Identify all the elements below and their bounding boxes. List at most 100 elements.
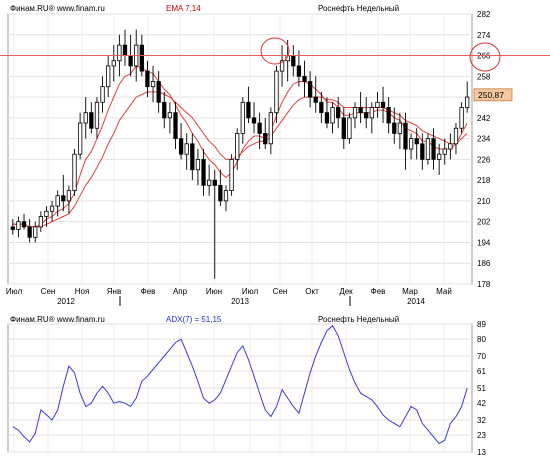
- candle-body: [437, 153, 442, 160]
- candle: [229, 154, 234, 196]
- price-panel: Финам.RU® www.finam.ru EMA 7,14 Роснефть…: [0, 4, 550, 306]
- last-price-value: 250,87: [478, 90, 504, 100]
- candle-body: [207, 179, 212, 186]
- candle-body: [425, 138, 431, 160]
- price-y-tick-label: 282: [477, 10, 491, 19]
- candle-body: [358, 107, 363, 114]
- candle-body: [38, 216, 43, 228]
- price-source-label: Финам.RU® www.finam.ru: [10, 4, 105, 13]
- price-y-tick-label: 226: [477, 155, 491, 164]
- candle-body: [49, 205, 55, 212]
- price-y-tick-label: 258: [477, 72, 491, 81]
- price-x-tick-label: Дек: [339, 287, 353, 296]
- candle-body: [44, 210, 49, 217]
- adx-y-tick-label: 13: [477, 448, 486, 457]
- price-y-tick-label: 234: [477, 135, 491, 144]
- price-year-label: 2013: [231, 297, 249, 306]
- candle-body: [380, 101, 386, 108]
- adx-y-tick-label: 70: [477, 352, 486, 361]
- price-x-tick-label: Апр: [173, 287, 188, 296]
- price-x-tick-label: Фев: [371, 287, 386, 296]
- candle-body: [364, 112, 369, 119]
- candle-body: [397, 122, 403, 134]
- candle-body: [420, 143, 425, 160]
- candle-body: [27, 226, 32, 238]
- candle-body: [10, 226, 15, 230]
- candle-body: [330, 107, 335, 124]
- candle-body: [83, 112, 88, 124]
- candle-body: [190, 143, 195, 171]
- candle-body: [296, 65, 302, 77]
- candle-body: [251, 117, 257, 124]
- finam-chart-window: Финам.RU® www.finam.ru EMA 7,14 Роснефть…: [0, 4, 550, 457]
- candle-body: [111, 60, 116, 67]
- candle-body: [66, 190, 72, 202]
- candle-body: [117, 44, 122, 62]
- candle-body: [173, 112, 178, 140]
- candle-body: [139, 44, 144, 72]
- candle-body: [324, 112, 330, 124]
- price-x-tick-label: Июл: [242, 287, 259, 296]
- candle-body: [352, 107, 358, 119]
- candle-body: [72, 153, 77, 191]
- price-y-tick-label: 210: [477, 197, 491, 206]
- candle-body: [235, 133, 240, 160]
- adx-title-label: Роснефть Недельный: [318, 315, 399, 324]
- candle-body: [453, 127, 459, 145]
- price-x-tick-label: Окт: [305, 287, 319, 296]
- adx-y-tick-label: 23: [477, 431, 486, 440]
- adx-indicator-label: ADX(7) = 51,15: [166, 315, 222, 324]
- price-x-tick-label: Сен: [273, 287, 288, 296]
- candle-body: [218, 184, 223, 202]
- price-x-tick-label: Июл: [6, 287, 23, 296]
- candle-body: [178, 138, 184, 155]
- candle-body: [274, 70, 279, 114]
- candle-body: [313, 96, 318, 103]
- candle-body: [268, 112, 273, 145]
- adx-y-axis: 13 23 32 42 51 61 70 80 89: [477, 320, 486, 457]
- price-x-tick-label: Ноя: [75, 287, 90, 296]
- price-y-tick-label: 194: [477, 238, 491, 247]
- candle-body: [307, 81, 313, 98]
- candle-body: [16, 221, 21, 230]
- candle-body: [246, 101, 251, 119]
- candle-body: [448, 143, 453, 150]
- candle-body: [408, 138, 414, 150]
- candle-body: [195, 158, 201, 171]
- candle-body: [431, 138, 436, 160]
- candle-body: [150, 81, 156, 88]
- price-y-tick-label: 186: [477, 259, 491, 268]
- adx-panel: Финам.RU® www.finam.ru ADX(7) = 51,15 Ро…: [7, 315, 486, 457]
- price-x-axis: Июл Сен Ноя Янв Фев Апр Июн Июл Сен Окт Дек Фев Мар М…: [6, 287, 452, 306]
- adx-y-tick-label: 42: [477, 399, 486, 408]
- price-x-tick-label: Сен: [41, 287, 56, 296]
- price-indicator-label: EMA 7,14: [166, 4, 201, 13]
- candle-body: [77, 122, 83, 155]
- price-y-axis: 1781861942022102182262342422502582662742…: [477, 10, 491, 289]
- candle-body: [257, 122, 262, 134]
- candle-body: [201, 158, 206, 186]
- candle-body: [167, 112, 173, 119]
- price-x-tick-label: Июн: [206, 287, 222, 296]
- candle-body: [386, 107, 391, 124]
- candle-body: [375, 101, 380, 108]
- candle-body: [122, 44, 128, 56]
- candle-body: [341, 117, 346, 140]
- last-price-badge: 250,87: [473, 88, 513, 102]
- candle-body: [240, 101, 245, 134]
- adx-source-label: Финам.RU® www.finam.ru: [10, 315, 105, 324]
- candle-body: [336, 107, 341, 119]
- adx-y-tick-label: 32: [477, 416, 486, 425]
- price-year-label: 2012: [57, 297, 75, 306]
- candle-body: [414, 138, 419, 145]
- price-y-tick-label: 242: [477, 114, 491, 123]
- price-x-tick-label: Янв: [107, 287, 121, 296]
- candle-body: [61, 195, 66, 202]
- price-y-tick-label: 202: [477, 218, 491, 227]
- candle-body: [184, 143, 189, 155]
- price-plot-area: [7, 13, 473, 285]
- candle-body: [459, 107, 464, 129]
- candle-body: [229, 158, 234, 191]
- adx-y-tick-label: 89: [477, 320, 486, 329]
- candle-body: [403, 122, 408, 150]
